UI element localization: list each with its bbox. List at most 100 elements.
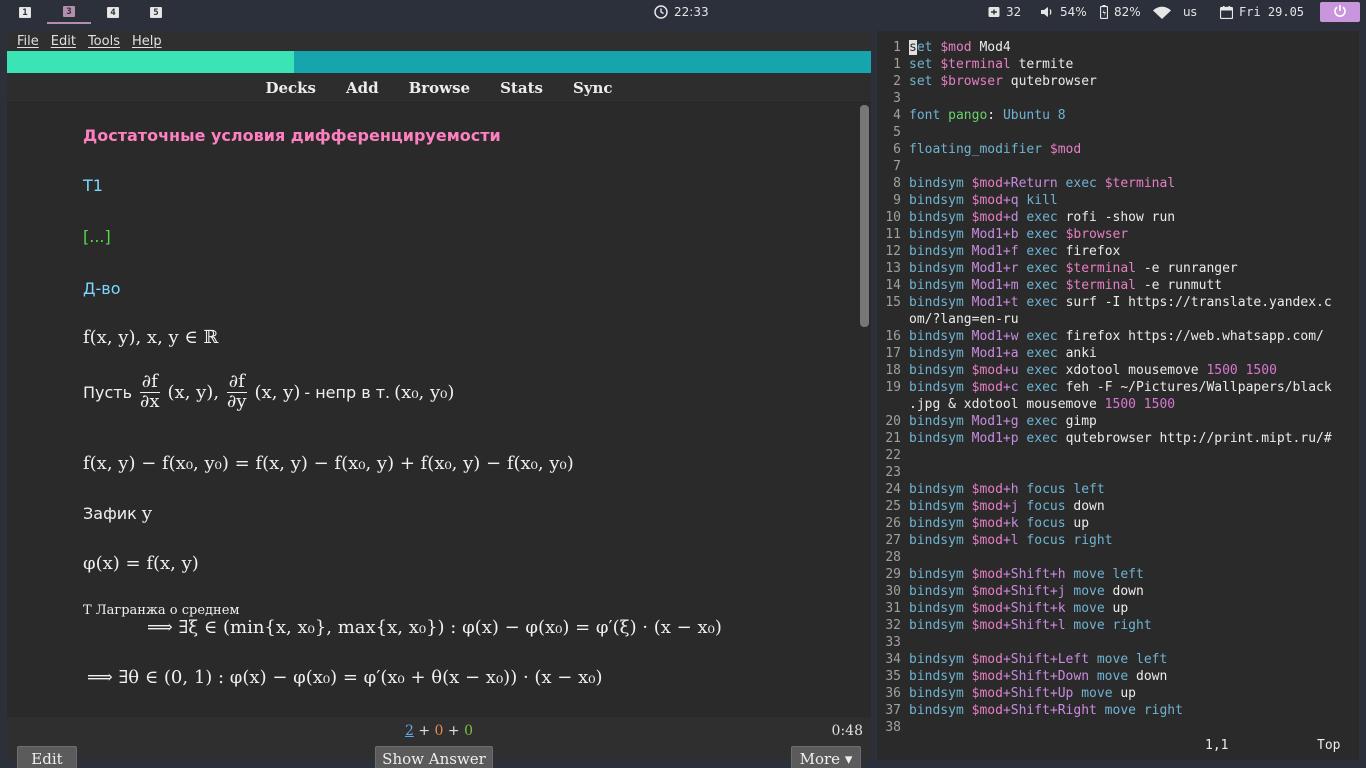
menu-tools[interactable]: Tools — [88, 34, 120, 49]
menu-edit[interactable]: Edit — [51, 34, 76, 49]
new-count: 2 — [404, 723, 414, 739]
vim-line[interactable]: 34 bindsym $mod+Shift+Left move left — [877, 651, 1167, 668]
code-token: om/?lang=en-ru — [909, 312, 1019, 327]
vim-line[interactable]: 30 bindsym $mod+Shift+j move down — [877, 583, 1144, 600]
workspace-1[interactable]: 1 — [12, 0, 38, 24]
nav-decks[interactable]: Decks — [265, 79, 316, 97]
vim-line[interactable]: 6 floating_modifier $mod — [877, 141, 1081, 158]
workspace-5[interactable]: 5 — [143, 0, 169, 24]
code-token: $mod — [971, 516, 1003, 531]
cursor-position: 1,1 — [1205, 738, 1229, 753]
code-token: set — [909, 57, 941, 72]
keyboard-layout[interactable]: us — [1183, 0, 1197, 24]
line-number: 11 — [885, 227, 901, 242]
vim-line[interactable]: 35 bindsym $mod+Shift+Down move down — [877, 668, 1167, 685]
code-token: up — [1073, 516, 1090, 531]
wifi-indicator[interactable] — [1153, 0, 1171, 24]
code-token: move — [1065, 584, 1113, 599]
vim-line[interactable]: 5 — [877, 124, 909, 141]
code-token: Mod1+f — [971, 244, 1019, 259]
vim-line[interactable]: 1 set $terminal termite — [877, 56, 1073, 73]
code-token: down — [1136, 669, 1168, 684]
vim-line[interactable]: 16 bindsym Mod1+w exec firefox https://we… — [877, 328, 1324, 345]
vim-line[interactable]: 20 bindsym Mod1+g exec gimp — [877, 413, 1097, 430]
line-number: 38 — [885, 720, 901, 735]
vim-line[interactable]: 10 bindsym $mod+d exec rofi -show run — [877, 209, 1175, 226]
vim-line[interactable]: 37 bindsym $mod+Shift+Right move right — [877, 702, 1183, 719]
volume-icon — [1040, 6, 1054, 18]
vim-line[interactable]: 33 — [877, 634, 909, 651]
code-token: Mod1+b — [971, 227, 1019, 242]
code-token: Mod1+g — [971, 414, 1019, 429]
vim-line[interactable]: 1 set $mod Mod4 — [877, 39, 1011, 56]
vim-line[interactable]: 3 — [877, 90, 909, 107]
workspace-3[interactable]: 3 — [47, 0, 91, 24]
edit-button[interactable]: Edit — [17, 746, 77, 768]
due-counts: 2 + 0 + 0 — [7, 723, 871, 739]
code-token: firefox https://web.whatsapp.com/ — [1065, 329, 1324, 344]
menu-help[interactable]: Help — [132, 34, 162, 49]
vim-line[interactable]: 11 bindsym Mod1+b exec $browser — [877, 226, 1128, 243]
vim-line[interactable]: 24 bindsym $mod+h focus left — [877, 481, 1104, 498]
code-token: bindsym — [909, 380, 972, 395]
vim-line[interactable]: 2 set $browser qutebrowser — [877, 73, 1097, 90]
line-number: 21 — [885, 431, 901, 446]
vim-line[interactable]: om/?lang=en-ru — [877, 311, 1019, 328]
nav-add[interactable]: Add — [346, 79, 379, 97]
vim-line[interactable]: 22 — [877, 447, 909, 464]
card-content: Достаточные условия дифференцируемости T… — [7, 103, 871, 717]
vim-line[interactable]: .jpg & xdotool mousemove 1500 1500 — [877, 396, 1175, 413]
scrollbar-thumb[interactable] — [860, 105, 869, 327]
vim-line[interactable]: 32 bindsym $mod+Shift+l move right — [877, 617, 1151, 634]
vim-line[interactable]: 19 bindsym $mod+c exec feh -F ~/Pictures/… — [877, 379, 1331, 396]
line-number: 34 — [885, 652, 901, 667]
nav-stats[interactable]: Stats — [500, 79, 543, 97]
code-token: $mod — [971, 380, 1003, 395]
vim-line[interactable]: 13 bindsym Mod1+r exec $terminal -e runra… — [877, 260, 1237, 277]
vim-line[interactable]: 28 — [877, 549, 909, 566]
vim-line[interactable]: 14 bindsym Mod1+m exec $terminal -e runmu… — [877, 277, 1222, 294]
vim-line[interactable]: 12 bindsym Mod1+f exec firefox — [877, 243, 1120, 260]
vim-editor-window[interactable]: 1 set $mod Mod4 1 set $terminal termite 2 set… — [877, 31, 1359, 760]
code-token: font — [909, 108, 949, 123]
volume-indicator[interactable]: 54% — [1040, 0, 1087, 24]
vim-line[interactable]: 18 bindsym $mod+u exec xdotool mousemove … — [877, 362, 1277, 379]
partial-y-fraction: ∂f ∂y — [225, 372, 248, 412]
vim-line[interactable]: 8 bindsym $mod+Return exec $terminal — [877, 175, 1175, 192]
vim-line[interactable]: 38 — [877, 719, 909, 736]
vim-line[interactable]: 7 — [877, 158, 909, 175]
code-token: exec — [1018, 363, 1066, 378]
line-number: 12 — [885, 244, 901, 259]
vim-line[interactable]: 25 bindsym $mod+j focus down — [877, 498, 1104, 515]
line-number: 32 — [885, 618, 901, 633]
vim-line[interactable]: 23 — [877, 464, 909, 481]
cloze-deletion[interactable]: [...] — [83, 227, 111, 246]
more-button[interactable]: More ▾ — [791, 746, 861, 768]
line-number: 9 — [893, 193, 901, 208]
code-token: Mod1+r — [971, 261, 1019, 276]
vim-line[interactable]: 36 bindsym $mod+Shift+Up move up — [877, 685, 1136, 702]
nav-sync[interactable]: Sync — [573, 79, 613, 97]
vim-line[interactable]: 4 font pango: Ubuntu 8 — [877, 107, 1065, 124]
line-number: 3 — [893, 91, 901, 106]
nav-browse[interactable]: Browse — [409, 79, 471, 97]
vim-line[interactable]: 27 bindsym $mod+l focus right — [877, 532, 1112, 549]
vim-line[interactable]: 21 bindsym Mod1+p exec qutebrowser http:/… — [877, 430, 1331, 447]
vim-line[interactable]: 15 bindsym Mod1+t exec surf -I https://tr… — [877, 294, 1331, 311]
lagrange-formula: ⟹ ∃ξ ∈ (min{x, x₀}, max{x, x₀}) : φ(x) −… — [147, 617, 722, 638]
vim-line[interactable]: 31 bindsym $mod+Shift+k move up — [877, 600, 1128, 617]
vim-line[interactable]: 26 bindsym $mod+k focus up — [877, 515, 1089, 532]
code-token: move — [1073, 686, 1121, 701]
card-scrollbar[interactable] — [857, 103, 871, 717]
code-token: $mod — [971, 210, 1003, 225]
code-token: exec — [1057, 176, 1105, 191]
vim-line[interactable]: 17 bindsym Mod1+a exec anki — [877, 345, 1097, 362]
vim-line[interactable]: 9 bindsym $mod+q kill — [877, 192, 1058, 209]
show-answer-button[interactable]: Show Answer — [375, 746, 493, 768]
menu-file[interactable]: File — [17, 34, 39, 49]
vim-line[interactable]: 29 bindsym $mod+Shift+h move left — [877, 566, 1144, 583]
workspace-4[interactable]: 4 — [100, 0, 126, 24]
code-token: $terminal — [1065, 278, 1137, 293]
code-token: bindsym — [909, 703, 972, 718]
power-button[interactable] — [1320, 2, 1360, 22]
